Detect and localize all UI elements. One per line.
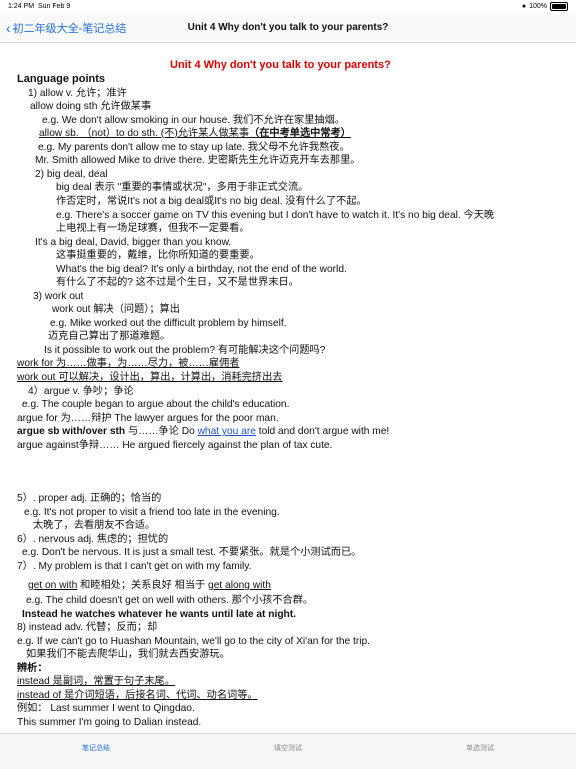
text-line: e.g. If we can't go to Huashan Mountain,…	[17, 636, 370, 647]
text-line: e.g. The couple began to argue about the…	[22, 399, 290, 410]
text-line: argue for 为……辩护 The lawyer argues for th…	[17, 413, 279, 424]
text-line: e.g. We don't allow smoking in our house…	[42, 115, 345, 126]
text-line: instead 是副词，常置于句子末尾。	[17, 676, 175, 687]
battery-percent: 100%	[529, 3, 547, 10]
text-line: e.g. Don't be nervous. It is just a smal…	[22, 547, 362, 558]
tab-notes-summary[interactable]: 笔记总结	[0, 734, 192, 769]
text-line: allow sb. （not）to do sth. (不)允许某人做某事（在中考…	[39, 127, 351, 140]
text-line: It's a big deal, David, bigger than you …	[35, 237, 232, 248]
text-line: e.g. Mike worked out the difficult probl…	[50, 318, 287, 329]
section-heading: Language points	[17, 73, 105, 85]
text-line: work out 可以解决，设计出，算出，计算出，消耗完挤出去	[17, 372, 283, 383]
text-line: argue against争辩…… He argued fiercely aga…	[17, 440, 333, 451]
text-line: 迈克自己算出了那道难题。	[48, 331, 171, 342]
text-line: e.g. There's a soccer game on TV this ev…	[56, 210, 495, 221]
text-line: 7）. My problem is that I can't get on wi…	[17, 561, 252, 572]
text-line: 如果我们不能去爬华山，我们就去西安游玩。	[26, 649, 230, 660]
text-line: 太晚了，去看朋友不合适。	[33, 520, 156, 531]
text-line: work out 解决（问题）；算出	[52, 304, 180, 315]
text-line: This summer I'm going to Dalian instead.	[17, 717, 202, 728]
wifi-icon: ●	[521, 3, 527, 10]
text-line: 这事挺重要的，戴维，比你所知道的要重要。	[56, 250, 260, 261]
status-time-date: 1:24 PM Sun Feb 9	[8, 3, 70, 10]
inline-link[interactable]: what you are	[198, 426, 256, 437]
text-line: work for 为……做事，为……尽力，被……雇佣者	[17, 358, 240, 369]
text-line: e.g. It's not proper to visit a friend t…	[24, 507, 280, 518]
text-span: allow sb. （not）to do sth. (不)允许某人做某事	[39, 128, 250, 139]
text-span: get on with	[28, 580, 78, 591]
navigation-bar: ‹ 初二年级大全-笔记总结 Unit 4 Why don't you talk …	[0, 14, 576, 43]
text-line: 3) work out	[33, 291, 84, 302]
text-line: 有什么了不起的? 这不过是个生日，又不是世界末日。	[56, 277, 299, 288]
text-span: get along with	[208, 580, 271, 591]
nav-title: Unit 4 Why don't you talk to your parent…	[187, 22, 389, 33]
text-line: Mr. Smith allowed Mike to drive there. 史…	[35, 155, 361, 166]
text-line: 例如： Last summer I went to Qingdao.	[17, 703, 195, 714]
text-line: instead of 是介词短语，后接名词、代词、动名词等。	[17, 690, 258, 701]
text-line: allow doing sth 允许做某事	[30, 101, 152, 112]
text-line: 5）. proper adj. 正确的；恰当的	[17, 493, 162, 504]
battery-icon	[550, 2, 568, 11]
text-line: 上电视上有一场足球赛，但我不一定要看。	[56, 223, 250, 234]
text-span: 与……争论 Do	[125, 426, 198, 437]
article-title: Unit 4 Why don't you talk to your parent…	[170, 59, 391, 71]
text-span: told and don't argue with me!	[255, 426, 390, 437]
text-line: 1) allow v. 允许；准许	[28, 88, 127, 99]
text-line: 6）. nervous adj. 焦虑的；担忧的	[17, 534, 169, 545]
text-span: 和睦相处；关系良好 相当于	[77, 580, 209, 591]
status-right: ● 100%	[522, 2, 568, 11]
text-line: e.g. The child doesn't get on well with …	[26, 595, 314, 606]
status-date: Sun Feb 9	[37, 3, 71, 10]
text-span: argue sb with/over sth	[17, 426, 126, 437]
status-bar: 1:24 PM Sun Feb 9 ● 100%	[0, 0, 576, 14]
text-line: Instead he watches whatever he wants unt…	[22, 609, 296, 620]
text-line: big deal 表示 "重要的事情或状况"，多用于非正式交流。	[56, 182, 309, 193]
text-line: Is it possible to work out the problem? …	[44, 345, 326, 356]
text-line: e.g. My parents don't allow me to stay u…	[38, 142, 350, 153]
text-line: 4）argue v. 争吵；争论	[28, 386, 134, 397]
text-line: argue sb with/over sth 与……争论 Do what you…	[17, 425, 389, 438]
text-line: What's the big deal? It's only a birthda…	[56, 264, 347, 275]
tab-bar: 笔记总结 填空测试 单选测试	[0, 733, 576, 769]
text-line: 辨析：	[17, 663, 48, 674]
text-line: 8) instead adv. 代替；反而；却	[17, 622, 158, 633]
text-line: 2) big deal, deal	[35, 169, 108, 180]
text-line: get on with 和睦相处；关系良好 相当于 get along with	[28, 579, 271, 592]
status-time: 1:24 PM	[8, 3, 35, 10]
text-line: 作否定时，常说It's not a big deal或It's no big d…	[56, 196, 367, 207]
tab-single-choice-test[interactable]: 单选测试	[384, 734, 576, 769]
text-span: （在中考单选中常考）	[249, 128, 351, 139]
tab-fill-in-test[interactable]: 填空测试	[192, 734, 384, 769]
notes-content[interactable]: Unit 4 Why don't you talk to your parent…	[0, 43, 576, 733]
